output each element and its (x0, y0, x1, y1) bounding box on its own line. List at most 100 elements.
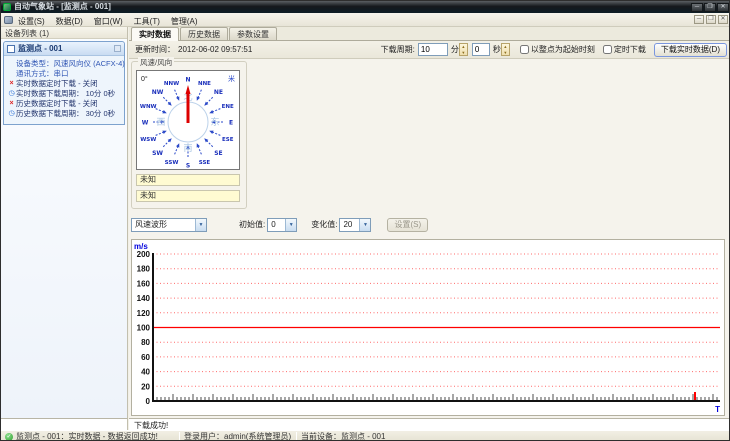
chart-ytick: 40 (141, 368, 150, 377)
pin-icon[interactable] (114, 45, 121, 52)
seconds-unit-label: 秒 (492, 45, 501, 54)
device-icon (7, 44, 15, 53)
chart-ytick: 60 (141, 353, 150, 362)
chart-ytick: 160 (137, 279, 151, 288)
change-value-select[interactable]: 20 ▼ (339, 217, 372, 232)
device-status-line: 设备类型：风速风向仪 (ACFX-4) (7, 59, 125, 69)
current-device: 当前设备：监测点 - 001 (301, 432, 386, 441)
device-status-text: 设备类型：风速风向仪 (ACFX-4) (16, 59, 125, 68)
compass-cn-label: 东 (210, 116, 219, 127)
restore-icon[interactable]: ❐ (704, 2, 716, 12)
minutes-input[interactable] (417, 43, 448, 56)
chart-ytick: 140 (137, 294, 151, 303)
chevron-down-icon: ▼ (359, 218, 371, 231)
compass-degree-label: 0° (141, 75, 148, 83)
chart-ytick: 80 (141, 338, 150, 347)
chevron-down-icon: ▼ (285, 218, 297, 231)
compass-direction-label: SSW (165, 160, 179, 166)
device-status-text: 通讯方式：串口 (16, 69, 69, 78)
x-icon: × (9, 80, 14, 87)
tab-inactive[interactable]: 参数设置 (229, 27, 277, 40)
chart-ytick: 180 (137, 265, 151, 274)
close-icon[interactable]: ✕ (717, 2, 729, 12)
status-bar: ✓ 监测点 - 001：实时数据 - 数据返回成功! 登录用户：admin(系统… (1, 430, 729, 441)
menu-item[interactable]: 数据(D) (56, 17, 83, 26)
download-realtime-button[interactable]: 下载实时数据(D) (653, 42, 727, 57)
download-message: 下载成功! (129, 418, 729, 430)
mdi-child-icon[interactable] (4, 15, 13, 24)
device-status-line: × 历史数据定时下载 - 关闭 (7, 99, 122, 109)
compass-direction-label: WNW (140, 104, 157, 110)
compass-direction-label: NW (152, 89, 164, 96)
device-panel[interactable]: 监测点 - 001 设备类型：风速风向仪 (ACFX-4) 通讯方式：串口 × 实时数… (3, 41, 125, 125)
device-status-text: 历史数据定时下载 - 关闭 (16, 99, 98, 108)
status-message: 监测点 - 001：实时数据 - 数据返回成功! (16, 432, 158, 441)
tab-strip: 实时数据 历史数据 参数设置 (129, 27, 729, 41)
chart-ytick: 100 (137, 324, 151, 333)
minutes-stepper[interactable]: ▲ ▼ (458, 43, 468, 56)
app-window: 自动气象站 - [监测点 - 001] ─ ❐ ✕ 设置(S) 数据(D) 窗口(W… (0, 0, 730, 441)
device-status-text: 实时数据定时下载 - 关闭 (16, 79, 98, 88)
waveform-controls: 风速波形 ▼ 初始值: 0 ▼ 变化值: 20 ▼ 设置(S) (129, 216, 729, 233)
chart-ytick: 200 (137, 250, 151, 259)
menu-item[interactable]: 管理(A) (171, 17, 198, 26)
initial-value-label: 初始值: (239, 220, 266, 229)
waveform-select[interactable]: 风速波形 ▼ (131, 217, 207, 232)
chart-xlabel: T (715, 405, 720, 414)
compass-direction-label: ESE (222, 137, 234, 143)
device-status-text: 历史数据下载周期： 30分 0秒 (16, 109, 116, 118)
device-sidebar: 设备列表 (1) 监测点 - 001 设备类型：风速风向仪 (ACFX-4) 通讯… (1, 27, 128, 418)
timed-download-checkbox[interactable] (602, 45, 612, 54)
menu-item[interactable]: 工具(T) (134, 17, 160, 26)
chart-ytick: 120 (137, 309, 151, 318)
clock-icon: ◷ (8, 110, 15, 117)
change-value-label: 变化值: (311, 220, 338, 229)
download-period-label: 下载周期: (380, 45, 415, 54)
main-panel: 实时数据 历史数据 参数设置 更新时间： 2012-06-02 09:57:51 下… (129, 27, 729, 418)
initial-value-select[interactable]: 0 ▼ (267, 217, 298, 232)
update-time-value: 2012-06-02 09:57:51 (178, 45, 253, 54)
compass-direction-label: NE (214, 89, 223, 96)
wind-direction-field: 未知 (136, 190, 240, 202)
compass-direction-label: N (185, 77, 190, 84)
wind-groupbox: 风速/风向 N NNE NE ENE E ESE SE SSE S SSW SW WSW W WNW NW N… (131, 57, 247, 209)
align-hour-label: 以整点为起始时刻 (530, 45, 595, 54)
compass-cn-label: 西 (156, 117, 165, 127)
set-button[interactable]: 设置(S) (387, 217, 429, 232)
align-hour-checkbox[interactable] (519, 45, 529, 54)
device-status-line: ◷ 实时数据下载周期： 10分 0秒 (7, 89, 122, 99)
mdi-restore-icon[interactable]: ❐ (706, 15, 716, 24)
compass-direction-label: S (186, 163, 190, 170)
device-list-header: 设备列表 (1) (1, 27, 127, 39)
chart-ytick: 20 (141, 382, 150, 391)
device-title-text: 监测点 - 001 (18, 44, 63, 53)
success-icon: ✓ (5, 432, 13, 440)
compass-direction-label: NNW (164, 81, 179, 87)
tab-active[interactable]: 实时数据 (131, 27, 179, 41)
device-status-text: 实时数据下载周期： 10分 0秒 (16, 89, 116, 98)
timed-download-label: 定时下载 (613, 45, 646, 54)
update-time-label: 更新时间： (135, 45, 175, 54)
x-icon: × (9, 100, 14, 107)
mdi-close-icon[interactable]: ✕ (718, 15, 728, 24)
compass-cn-label: 南 (183, 142, 192, 153)
tab-inactive[interactable]: 历史数据 (180, 27, 228, 40)
menu-item[interactable]: 窗口(W) (94, 17, 123, 26)
app-icon (3, 3, 11, 11)
wind-compass: NNNENEENEEESESESSESSSWSWWSWWWNWNWNNW北南东西… (136, 70, 240, 170)
mdi-minimize-icon[interactable]: ─ (694, 15, 704, 24)
menu-bar: 设置(S) 数据(D) 窗口(W) 工具(T) 管理(A) ─ ❐ ✕ (1, 13, 729, 27)
minutes-unit-label: 分 (450, 45, 459, 54)
compass-direction-label: ENE (222, 104, 234, 110)
compass-corner-label: 米 (228, 74, 235, 83)
seconds-stepper[interactable]: ▲ ▼ (500, 43, 510, 56)
device-status-line: 通讯方式：串口 (7, 69, 122, 79)
minimize-icon[interactable]: ─ (691, 2, 703, 12)
wind-speed-chart: m/s 0 20 40 60 80 100 120 140 160 180 200 T (131, 239, 725, 416)
compass-direction-label: SSE (199, 160, 211, 166)
device-panel-title[interactable]: 监测点 - 001 (4, 42, 124, 56)
compass-direction-label: SW (152, 150, 163, 157)
seconds-input[interactable] (471, 43, 490, 56)
device-status-line: × 实时数据定时下载 - 关闭 (7, 79, 122, 89)
menu-item[interactable]: 设置(S) (18, 17, 45, 26)
